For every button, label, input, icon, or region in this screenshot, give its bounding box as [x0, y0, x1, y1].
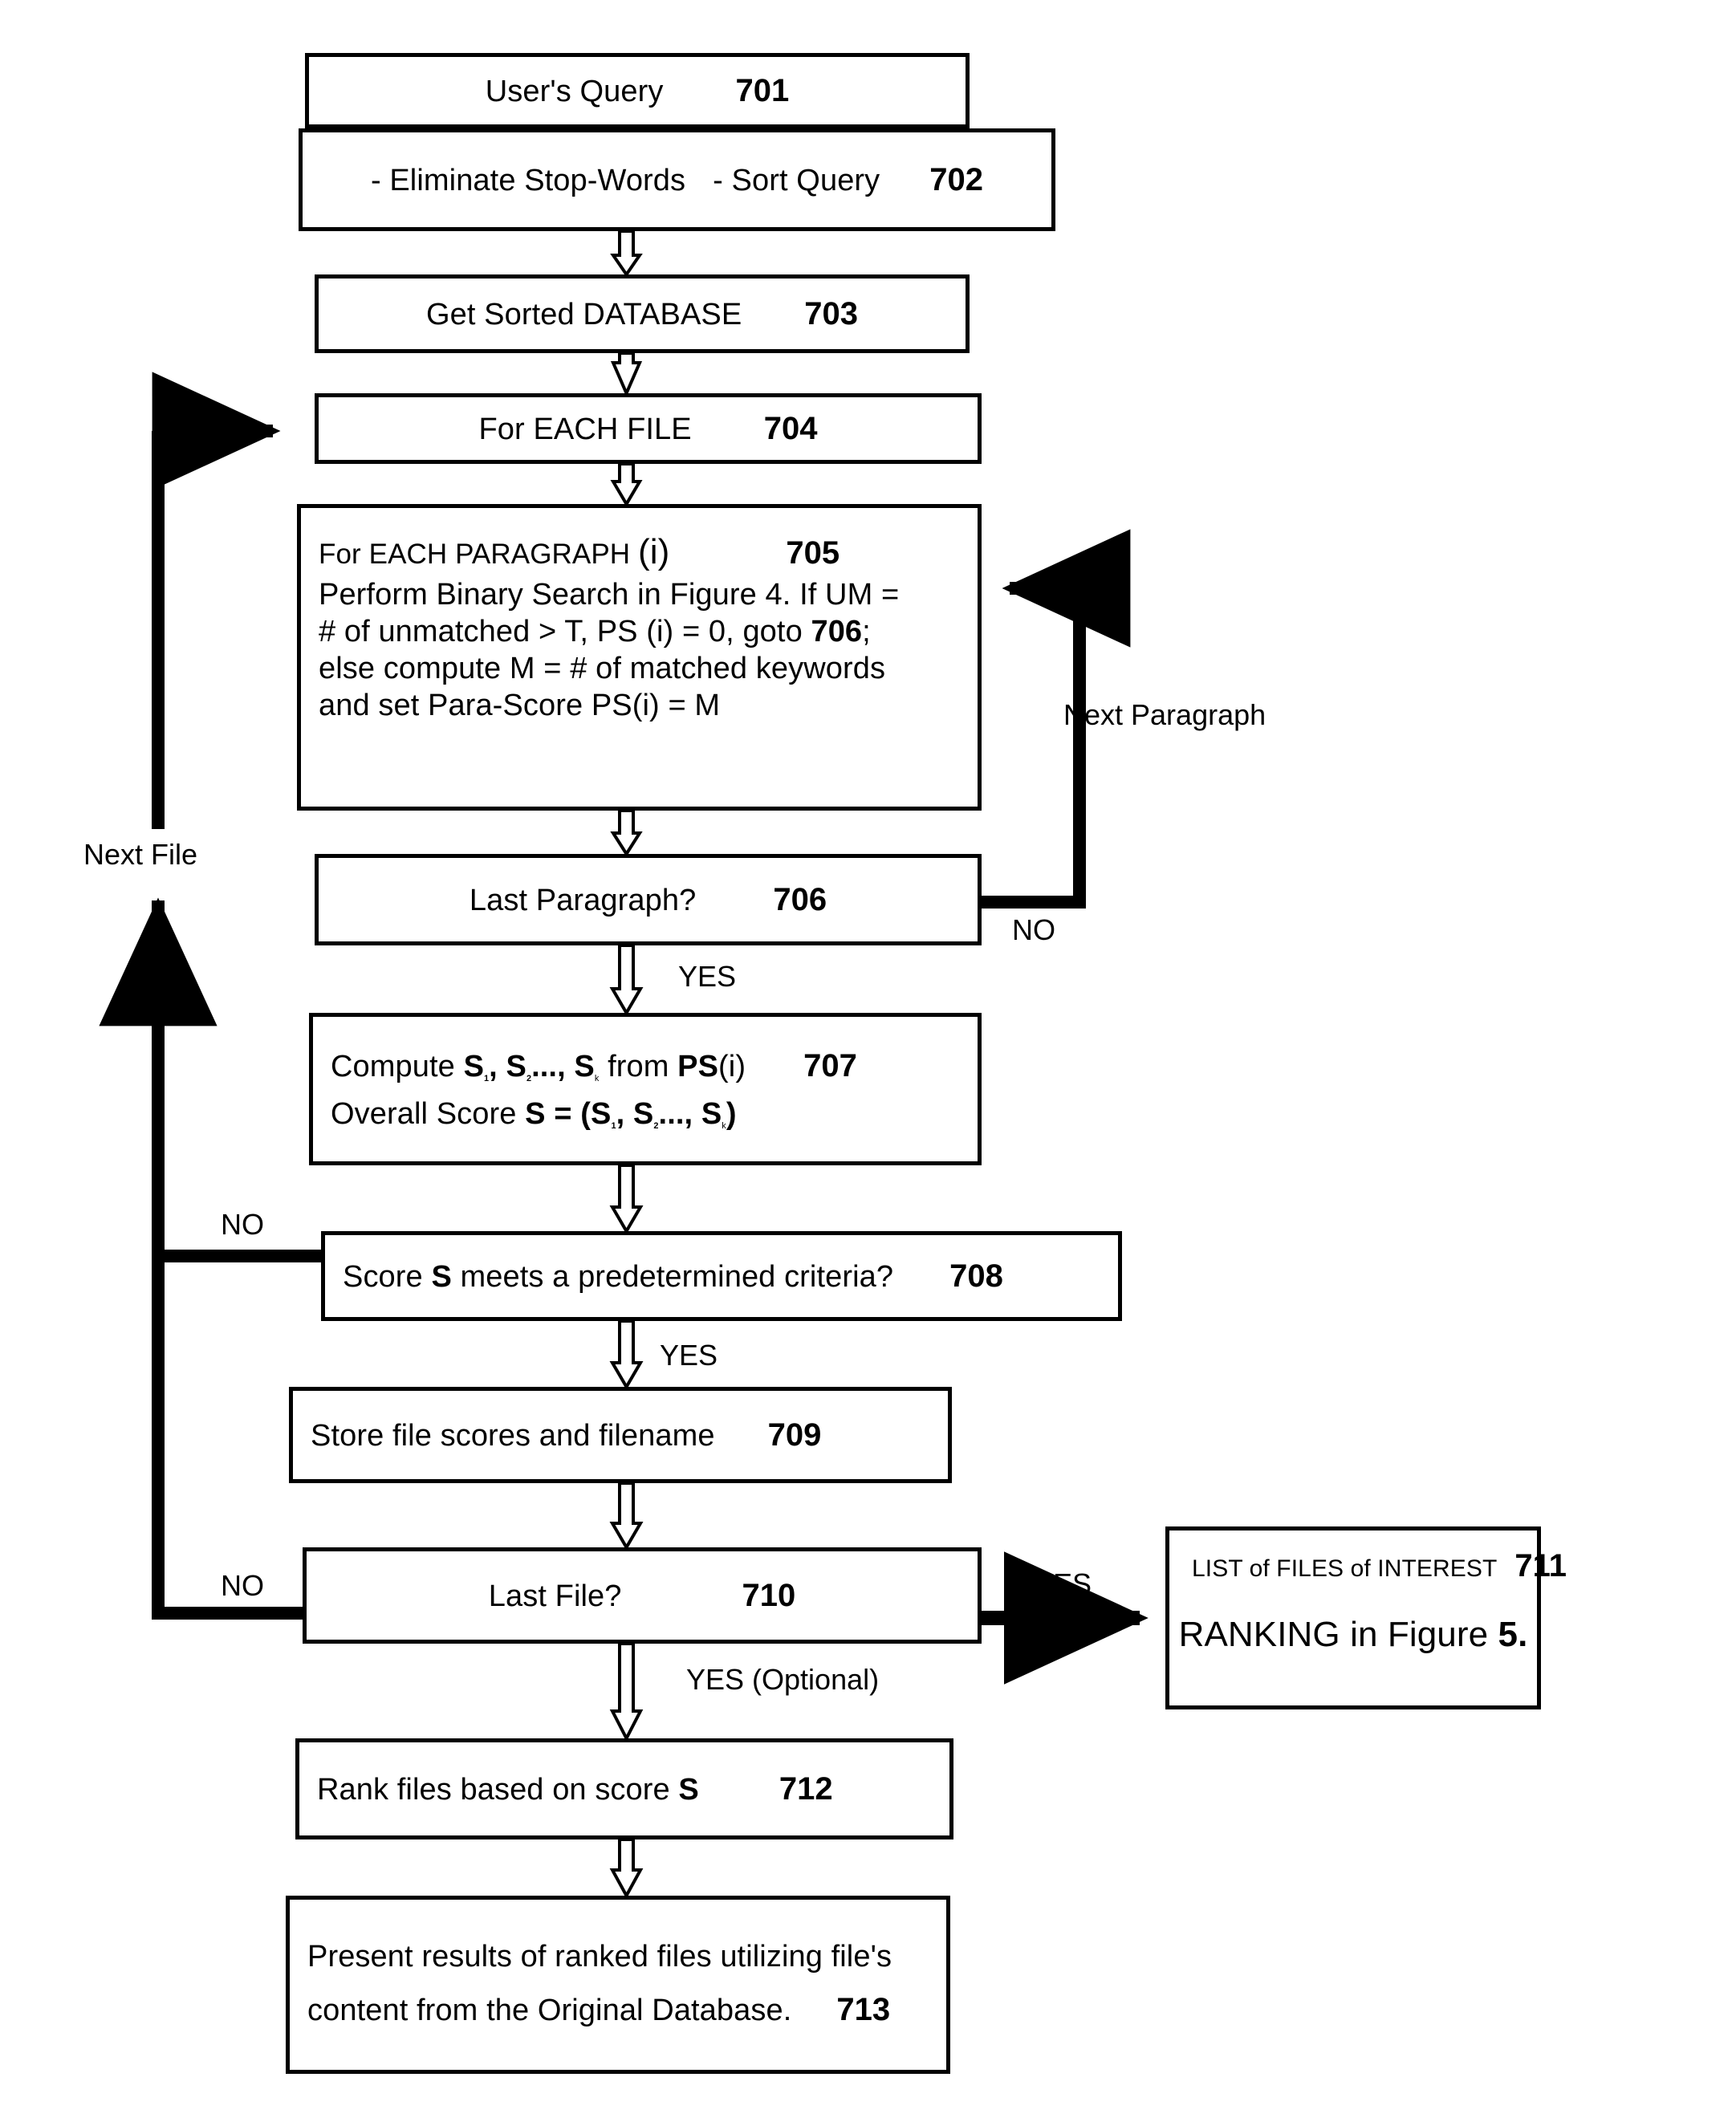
node-707-from: from: [599, 1049, 678, 1083]
node-707-line2-S: S: [525, 1096, 546, 1131]
hollow-arrow-708-709: [609, 1319, 644, 1390]
node-711-ref: 711: [1514, 1548, 1567, 1583]
node-702-label-a: - Eliminate Stop-Words: [370, 163, 686, 197]
node-705-line3-c: ;: [862, 614, 871, 648]
node-707-s2-sub: 2: [526, 1073, 532, 1083]
node-706-ref: 706: [773, 881, 827, 917]
node-707-sk-sub: k: [594, 1073, 600, 1083]
node-703-ref: 703: [804, 295, 859, 331]
node-713-ref: 713: [836, 1992, 891, 2028]
hollow-arrow-710-712: [609, 1642, 644, 1742]
node-707-s2: S: [506, 1049, 526, 1083]
node-706-label: Last Paragraph?: [469, 883, 697, 917]
next-paragraph-loop: [982, 588, 1086, 909]
node-711-line2-a: RANKING in Figure: [1178, 1615, 1498, 1654]
node-706: Last Paragraph? 706: [315, 854, 982, 945]
node-707-line2-close: ): [726, 1096, 737, 1131]
node-707: Compute S 1 , S 2 ..., S k from PS (i) 7…: [309, 1013, 982, 1165]
node-708-label-S: S: [431, 1259, 452, 1294]
node-707-line2-eq: = (: [545, 1096, 591, 1131]
node-710-ref: 710: [742, 1577, 796, 1613]
node-707-ref: 707: [803, 1047, 857, 1083]
hollow-arrow-709-710: [609, 1482, 644, 1551]
edge-label-no-706: NO: [1012, 913, 1055, 946]
node-707-line2-sk: S: [701, 1096, 722, 1131]
hollow-arrow-702-703: [610, 230, 643, 278]
node-707-line2-s2: S: [632, 1096, 654, 1131]
node-713: Present results of ranked files utilizin…: [286, 1896, 950, 2074]
edge-label-next-paragraph: Next Paragraph: [1063, 698, 1266, 731]
hollow-arrow-706-707: [609, 944, 644, 1016]
node-707-sk: S: [574, 1049, 595, 1083]
hollow-arrow-707-708: [609, 1164, 644, 1234]
node-711-line2-b: 5.: [1498, 1615, 1528, 1654]
node-707-line2-a: Overall Score: [331, 1096, 526, 1131]
next-file-loop-lower: [152, 900, 303, 1620]
node-702-ref: 702: [929, 161, 984, 197]
edge-label-no-708: NO: [221, 1208, 264, 1241]
node-712-label-a: Rank files based on score: [317, 1772, 679, 1807]
node-708: Score S meets a predetermined criteria? …: [321, 1231, 1122, 1321]
node-705-line2: Perform Binary Search in Figure 4. If UM…: [319, 578, 900, 612]
node-705-line3-a: # of unmatched > T, PS (i) = 0, goto: [319, 614, 811, 648]
node-713-line1: Present results of ranked files utilizin…: [307, 1939, 892, 1974]
node-711: LIST of FILES of INTEREST 711 RANKING in…: [1165, 1526, 1567, 1709]
edge-label-yes-optional-710: YES (Optional): [686, 1663, 880, 1696]
hollow-arrow-704-705: [610, 462, 643, 507]
hollow-arrow-703-704: [610, 352, 643, 398]
node-702: - Eliminate Stop-Words - Sort Query 702: [299, 128, 1055, 231]
node-709-ref: 709: [767, 1417, 822, 1453]
node-705-ref: 705: [786, 535, 840, 571]
node-703: Get Sorted DATABASE 703: [315, 274, 970, 353]
edge-label-yes-710: YES: [1034, 1567, 1092, 1600]
node-705: For EACH PARAGRAPH (i) 705 Perform Binar…: [297, 504, 982, 811]
node-704-ref: 704: [763, 410, 818, 446]
node-712-label-S: S: [678, 1772, 699, 1807]
node-709-label: Store file scores and filename: [311, 1418, 715, 1453]
edge-label-yes-708: YES: [660, 1339, 718, 1372]
node-707-line2-sk-sub: k: [722, 1120, 726, 1131]
hollow-arrow-705-706: [610, 809, 643, 857]
hollow-arrow-712-713: [609, 1838, 644, 1900]
node-707-line2-s1-sub: 1: [611, 1120, 616, 1131]
node-708-label-a: Score: [343, 1259, 432, 1294]
node-703-label: Get Sorted DATABASE: [425, 297, 742, 331]
node-708-label-b: meets a predetermined criteria?: [451, 1259, 894, 1294]
node-704: For EACH FILE 704: [315, 393, 982, 464]
node-707-line2-s1: S: [590, 1096, 612, 1131]
node-707-s1: S: [463, 1049, 485, 1083]
flowchart-figure: User's Query 701 - Eliminate Stop-Words …: [0, 0, 1736, 2126]
node-705-line4: else compute M = # of matched keywords: [319, 651, 886, 685]
node-705-line1-a: For EACH PARAGRAPH: [319, 539, 638, 570]
node-709: Store file scores and filename 709: [289, 1387, 952, 1483]
node-705-line5: and set Para-Score PS(i) = M: [319, 688, 721, 722]
node-707-s1-sub: 1: [484, 1073, 490, 1083]
node-707-line2-c2: ...,: [658, 1096, 701, 1131]
node-707-ps: PS: [677, 1049, 719, 1083]
node-701-ref: 701: [735, 72, 790, 108]
node-701-label: User's Query: [485, 74, 664, 108]
edge-label-no-710: NO: [221, 1569, 264, 1602]
node-702-label-b: - Sort Query: [713, 163, 880, 197]
node-705-line1-b: (i): [638, 532, 670, 571]
node-708-ref: 708: [949, 1258, 1003, 1294]
node-710-label: Last File?: [488, 1579, 622, 1613]
node-707-line2-s2-sub: 2: [653, 1120, 659, 1131]
node-710: Last File? 710: [303, 1547, 982, 1644]
node-707-line1-a: Compute: [331, 1049, 464, 1083]
node-701: User's Query 701: [305, 53, 970, 128]
edge-label-next-file: Next File: [83, 838, 198, 871]
node-707-c2: ...,: [531, 1049, 575, 1083]
node-707-c1: ,: [489, 1049, 506, 1083]
node-712: Rank files based on score S 712: [295, 1738, 953, 1839]
node-707-line2-c1: ,: [616, 1096, 633, 1131]
edge-label-yes-706: YES: [678, 960, 737, 993]
node-711-line1: LIST of FILES of INTEREST: [1192, 1555, 1498, 1582]
node-705-line3-ref: 706: [811, 614, 863, 648]
node-704-label: For EACH FILE: [478, 412, 692, 446]
node-713-line2: content from the Original Database.: [307, 1994, 792, 2028]
node-707-ps-i: (i): [718, 1049, 746, 1083]
node-712-ref: 712: [779, 1770, 833, 1807]
